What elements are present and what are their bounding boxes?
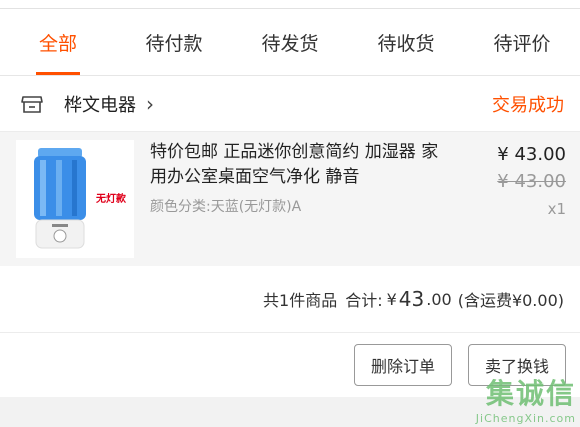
product-image-tag: 无灯款	[96, 194, 126, 205]
tab-pending-review[interactable]: 待评价	[464, 9, 580, 75]
total-label: 合计:	[345, 291, 383, 310]
top-divider	[0, 0, 580, 9]
product-image[interactable]: 无灯款	[16, 140, 134, 258]
product-variant: 颜色分类:天蓝(无灯款)A	[150, 199, 302, 215]
shop-name[interactable]: 桦文电器	[64, 91, 136, 117]
order-summary: 共1件商品 合计: ¥ 43 .00 (含运费¥0.00)	[0, 266, 580, 333]
order-card: 桦文电器 › 交易成功 无灯款 特价包邮 正品迷你创意简约 加湿器 家用办公室桌…	[0, 76, 580, 397]
product-price: ¥ 43.00	[497, 144, 566, 165]
item-count: 共1件商品	[263, 291, 338, 310]
tab-pending-receipt[interactable]: 待收货	[348, 9, 464, 75]
delete-order-button[interactable]: 删除订单	[353, 344, 452, 386]
watermark-logo: 集诚信	[485, 377, 576, 410]
order-tabs: 全部 待付款 待发货 待收货 待评价	[0, 9, 580, 76]
total-amount-int: 43	[398, 287, 425, 311]
store-icon	[21, 95, 43, 113]
tab-pending-payment[interactable]: 待付款	[116, 9, 232, 75]
product-title[interactable]: 特价包邮 正品迷你创意简约 加湿器 家用办公室桌面空气净化 静音	[150, 140, 455, 190]
site-watermark: 集诚信 JiChengXin.com	[476, 372, 576, 425]
total-amount-dec: .00	[426, 289, 452, 309]
watermark-domain: JiChengXin.com	[475, 412, 576, 425]
chevron-right-icon: ›	[146, 91, 154, 116]
price-block: ¥ 43.00 ¥ 43.00 x1	[497, 144, 566, 218]
product-original-price: ¥ 43.00	[497, 171, 566, 192]
product-quantity: x1	[547, 200, 566, 218]
currency-symbol: ¥	[386, 289, 397, 309]
shop-header[interactable]: 桦文电器 › 交易成功	[0, 76, 580, 132]
shipping-note: (含运费¥0.00)	[457, 291, 564, 310]
tab-pending-shipment[interactable]: 待发货	[232, 9, 348, 75]
order-item[interactable]: 无灯款 特价包邮 正品迷你创意简约 加湿器 家用办公室桌面空气净化 静音 颜色分…	[0, 132, 580, 266]
tab-all[interactable]: 全部	[0, 9, 116, 75]
product-info: 特价包邮 正品迷你创意简约 加湿器 家用办公室桌面空气净化 静音 颜色分类:天蓝…	[150, 132, 455, 266]
order-status: 交易成功	[492, 94, 564, 116]
